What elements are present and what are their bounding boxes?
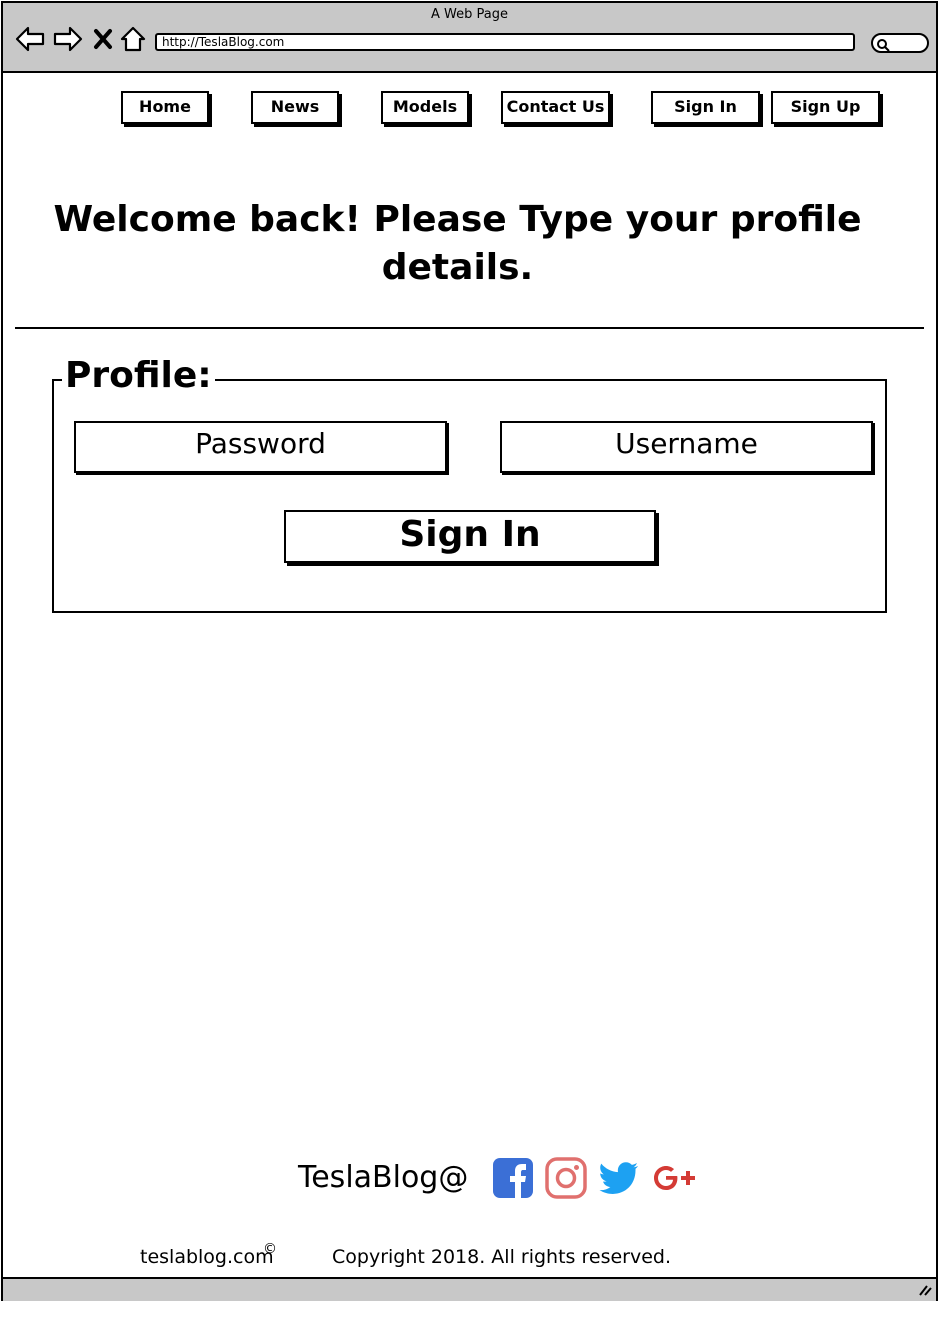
footer-copyright: Copyright 2018. All rights reserved. [332, 1246, 672, 1268]
facebook-icon[interactable] [492, 1157, 534, 1199]
section-divider [15, 327, 924, 329]
password-field[interactable]: Password [74, 421, 447, 473]
status-bar [3, 1277, 936, 1301]
nav-contact-us-button[interactable]: Contact Us [501, 91, 610, 124]
close-icon[interactable] [93, 28, 113, 50]
profile-legend: Profile: [62, 354, 215, 398]
footer-site: teslablog.com [140, 1246, 274, 1268]
address-bar[interactable]: http://TeslaBlog.com [155, 33, 855, 51]
nav-sign-up-button[interactable]: Sign Up [771, 91, 880, 124]
footer-brand: TeslaBlog@ [298, 1160, 469, 1195]
profile-fieldset [52, 379, 887, 613]
google-plus-icon[interactable] [650, 1157, 700, 1199]
nav-home-button[interactable]: Home [121, 91, 209, 124]
nav-news-button[interactable]: News [251, 91, 339, 124]
forward-arrow-icon[interactable] [53, 25, 83, 53]
window-title: A Web Page [431, 7, 508, 22]
nav-sign-in-button[interactable]: Sign In [651, 91, 760, 124]
back-arrow-icon[interactable] [15, 25, 45, 53]
resize-grip-icon[interactable] [918, 1284, 932, 1296]
page-headline: Welcome back! Please Type your profile d… [53, 199, 862, 288]
username-field[interactable]: Username [500, 421, 873, 473]
browser-search-field[interactable] [871, 33, 929, 53]
home-icon[interactable] [119, 25, 147, 53]
sign-in-button[interactable]: Sign In [284, 510, 656, 563]
instagram-icon[interactable] [545, 1157, 587, 1199]
twitter-icon[interactable] [598, 1157, 640, 1199]
nav-models-button[interactable]: Models [381, 91, 469, 124]
copyright-symbol: © [263, 1241, 277, 1257]
browser-chrome: A Web Page http://TeslaBlog.com [3, 3, 936, 73]
search-icon [877, 39, 890, 52]
